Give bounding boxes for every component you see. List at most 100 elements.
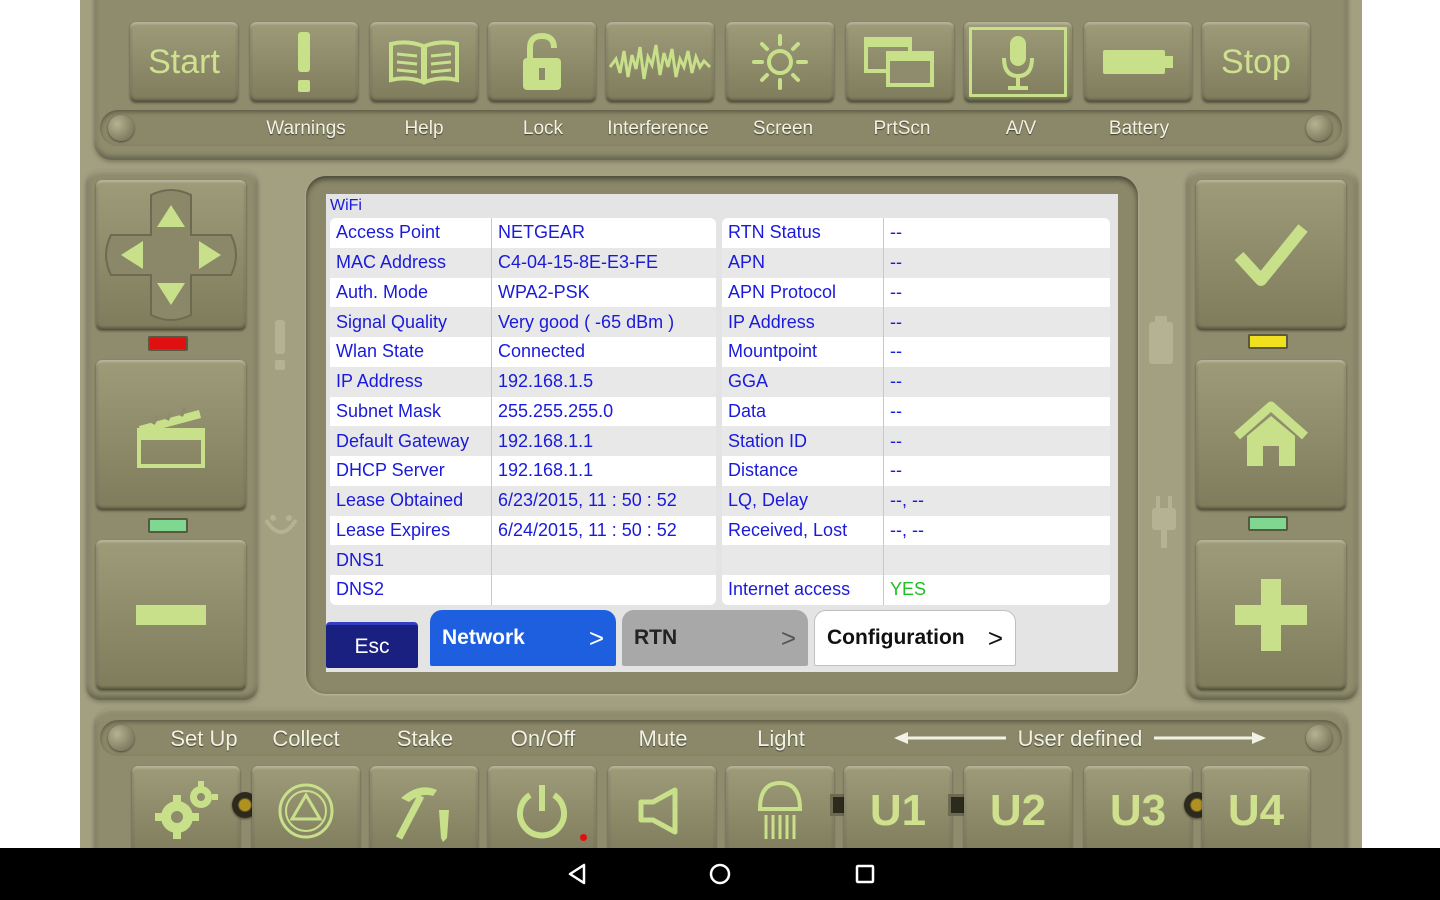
stop-button[interactable]: Stop bbox=[1202, 22, 1310, 102]
av-button[interactable] bbox=[964, 22, 1072, 102]
row-value: NETGEAR bbox=[498, 222, 586, 243]
row-label bbox=[722, 545, 884, 575]
table-row: APN -- bbox=[722, 247, 1110, 278]
display-screen: WiFi Access Point NETGEAR MAC Address C4-04… bbox=[326, 194, 1118, 672]
row-label: Subnet Mask bbox=[330, 396, 492, 427]
u1-button[interactable]: U1 bbox=[844, 766, 952, 848]
u3-button[interactable]: U3 bbox=[1084, 766, 1192, 848]
lock-button[interactable] bbox=[488, 22, 596, 102]
chevron-right-icon: > bbox=[780, 622, 796, 653]
minus-button[interactable] bbox=[96, 540, 246, 690]
lamp-icon bbox=[757, 780, 803, 839]
configuration-tab[interactable]: Configuration > bbox=[814, 610, 1016, 666]
arrow-right-line-icon bbox=[1154, 732, 1266, 744]
home-circle-icon[interactable] bbox=[708, 862, 732, 886]
row-label: Default Gateway bbox=[330, 426, 492, 456]
padlock-icon bbox=[523, 32, 561, 90]
row-label: Station ID bbox=[722, 426, 884, 456]
table-row: Signal Quality Very good ( -65 dBm ) bbox=[330, 307, 716, 337]
stake-button[interactable] bbox=[370, 766, 478, 848]
table-row: Station ID -- bbox=[722, 426, 1110, 456]
row-value: Connected bbox=[498, 341, 586, 362]
u4-button[interactable]: U4 bbox=[1202, 766, 1310, 848]
row-label: DNS2 bbox=[330, 575, 492, 605]
u4-label: U4 bbox=[1227, 786, 1285, 835]
home-button[interactable] bbox=[1196, 360, 1346, 510]
table-row: Lease Expires 6/24/2015, 11 : 50 : 52 bbox=[330, 515, 716, 546]
row-value: -- bbox=[890, 281, 902, 302]
battery-label: Battery bbox=[1108, 118, 1170, 139]
u2-button[interactable]: U2 bbox=[964, 766, 1072, 848]
back-triangle-icon[interactable] bbox=[566, 862, 588, 886]
row-label: APN Protocol bbox=[722, 277, 884, 308]
start-label: Start bbox=[148, 42, 220, 81]
row-value: -- bbox=[890, 460, 902, 481]
row-value bbox=[492, 545, 716, 575]
row-label: APN bbox=[722, 247, 884, 278]
led-green-left bbox=[148, 518, 188, 533]
device-body: Start Stop Warnings Help Lock Interferen… bbox=[80, 0, 1362, 848]
collect-button[interactable] bbox=[252, 766, 360, 848]
start-button[interactable]: Start bbox=[130, 22, 238, 102]
network-tab[interactable]: Network > bbox=[430, 610, 616, 666]
row-value: 192.168.1.1 bbox=[498, 430, 594, 451]
row-value: 192.168.1.1 bbox=[498, 460, 594, 481]
collect-triangle-icon bbox=[278, 783, 334, 839]
row-value bbox=[492, 575, 716, 605]
table-row: Internet access YES bbox=[722, 575, 1110, 605]
screenshot-windows-icon bbox=[864, 37, 934, 87]
table-row: LQ, Delay --, -- bbox=[722, 485, 1110, 516]
checkmark-icon bbox=[1234, 224, 1308, 286]
light-button[interactable] bbox=[726, 766, 834, 848]
arrow-left-line-icon bbox=[894, 732, 1006, 744]
table-row: Subnet Mask 255.255.255.0 bbox=[330, 396, 716, 427]
row-label: DNS1 bbox=[330, 545, 492, 575]
table-row: Access Point NETGEAR bbox=[330, 218, 716, 248]
row-label: IP Address bbox=[722, 307, 884, 337]
screw-top-right bbox=[1306, 115, 1332, 141]
row-value: YES bbox=[890, 579, 927, 600]
mute-button[interactable] bbox=[608, 766, 716, 848]
power-icon bbox=[517, 785, 567, 839]
recents-square-icon[interactable] bbox=[854, 862, 876, 886]
table-row: Data -- bbox=[722, 396, 1110, 427]
esc-tab[interactable]: Esc bbox=[326, 622, 418, 668]
table-row: APN Protocol -- bbox=[722, 277, 1110, 308]
rtn-label: RTN bbox=[634, 626, 678, 649]
stake-label: Stake bbox=[396, 726, 454, 751]
row-value: --, -- bbox=[890, 519, 924, 540]
u2-label: U2 bbox=[989, 786, 1047, 835]
row-value: 6/24/2015, 11 : 50 : 52 bbox=[498, 519, 677, 540]
prtscn-button[interactable] bbox=[846, 22, 954, 102]
confirm-button[interactable] bbox=[1196, 180, 1346, 330]
row-value: -- bbox=[890, 430, 902, 451]
row-label: Data bbox=[722, 396, 884, 427]
waveform-icon bbox=[608, 44, 712, 80]
table-row: DNS1 bbox=[330, 545, 716, 575]
warnings-button[interactable] bbox=[250, 22, 358, 102]
plus-button[interactable] bbox=[1196, 540, 1346, 690]
rtn-tab[interactable]: RTN > bbox=[622, 610, 808, 666]
row-value: -- bbox=[890, 341, 902, 362]
table-row: Default Gateway 192.168.1.1 bbox=[330, 426, 716, 456]
help-button[interactable] bbox=[370, 22, 478, 102]
chevron-right-icon: > bbox=[987, 622, 1003, 653]
row-value: C4-04-15-8E-E3-FE bbox=[498, 252, 659, 273]
row-label: Received, Lost bbox=[722, 515, 884, 546]
row-label: Lease Obtained bbox=[330, 485, 492, 516]
help-label: Help bbox=[404, 118, 444, 139]
dpad-button[interactable] bbox=[96, 180, 246, 330]
row-label: Lease Expires bbox=[330, 515, 492, 546]
esc-label: Esc bbox=[354, 634, 390, 658]
interference-button[interactable] bbox=[606, 22, 714, 102]
clapper-button[interactable] bbox=[96, 360, 246, 510]
row-label: IP Address bbox=[330, 366, 492, 397]
screen-button[interactable] bbox=[726, 22, 834, 102]
row-label: Auth. Mode bbox=[330, 277, 492, 308]
battery-button[interactable] bbox=[1084, 22, 1192, 102]
hammer-stake-icon bbox=[395, 787, 449, 842]
table-row: IP Address -- bbox=[722, 307, 1110, 337]
setup-button[interactable] bbox=[132, 766, 240, 848]
brightness-sun-icon bbox=[752, 34, 808, 90]
row-label: DHCP Server bbox=[330, 456, 492, 486]
